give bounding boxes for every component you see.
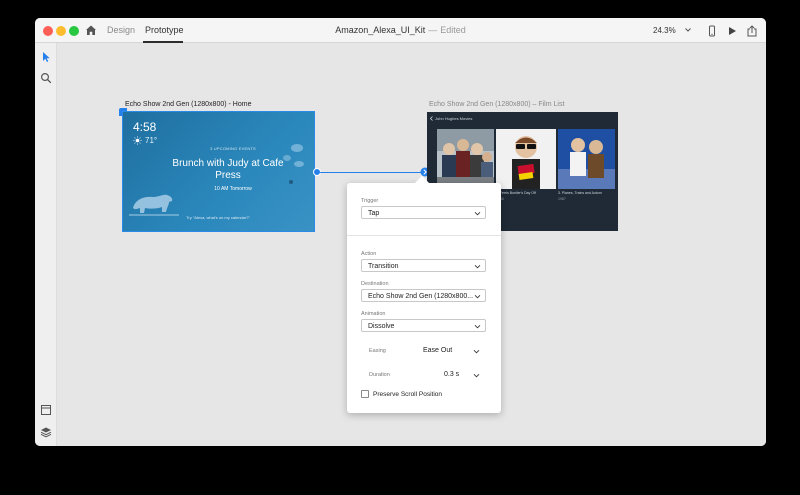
share-icon[interactable] [746, 25, 758, 37]
back-chevron-icon [429, 116, 433, 121]
interaction-popover: Trigger Tap Action Transition Destinatio… [347, 175, 501, 413]
home-event-time: 10 AM Tomorrow [214, 186, 252, 192]
sun-icon [133, 136, 142, 145]
destination-select[interactable]: Echo Show 2nd Gen (1280x800... [361, 289, 486, 302]
preserve-scroll-label[interactable]: Preserve Scroll Position [373, 391, 442, 398]
trigger-value: Tap [368, 210, 380, 217]
home-events-count: 3 UPCOMING EVENTS [210, 146, 256, 151]
popover-divider [347, 235, 501, 236]
home-voice-hint: Try "Alexa, what's on my calendar?" [186, 215, 250, 220]
action-label: Action [361, 251, 377, 257]
home-temperature: 71° [145, 136, 158, 145]
film-year: 1987 [558, 197, 566, 201]
app-window: Design Prototype Amazon_Alexa_UI_Kit — Edi… [35, 18, 766, 446]
select-tool-icon[interactable] [40, 51, 52, 63]
film-poster [437, 129, 494, 189]
titlebar: Design Prototype Amazon_Alexa_UI_Kit — Edi… [35, 18, 766, 43]
assets-panel-icon[interactable] [40, 404, 52, 416]
film-list-header: John Hughes Movies [435, 116, 473, 121]
film-poster [558, 129, 615, 189]
easing-select[interactable]: Ease Out [423, 347, 452, 354]
trigger-select[interactable]: Tap [361, 206, 486, 219]
home-headline: Brunch with Judy at Cafe Press [172, 158, 284, 181]
action-select[interactable]: Transition [361, 259, 486, 272]
chevron-down-icon [474, 324, 481, 329]
interaction-wire[interactable] [318, 172, 424, 173]
duration-label: Duration [369, 372, 390, 378]
play-icon[interactable] [726, 25, 738, 37]
document-name: Amazon_Alexa_UI_Kit [335, 25, 426, 35]
trigger-label: Trigger [361, 198, 379, 204]
artboard-label-film-list[interactable]: Echo Show 2nd Gen (1280x800) – Film List [429, 101, 564, 108]
destination-value: Echo Show 2nd Gen (1280x800... [368, 293, 474, 300]
destination-label: Destination [361, 281, 389, 287]
canvas[interactable]: Echo Show 2nd Gen (1280x800) - Home 4:58… [57, 43, 766, 446]
animation-value: Dissolve [368, 323, 395, 330]
document-status: Edited [440, 25, 466, 35]
film-caption: 3. Planes, Trains and Autom [558, 191, 602, 195]
polar-bear-illustration [129, 194, 179, 216]
action-value: Transition [368, 263, 399, 270]
device-preview-icon[interactable] [706, 25, 718, 37]
animation-select[interactable]: Dissolve [361, 319, 486, 332]
preserve-scroll-checkbox[interactable] [361, 390, 369, 398]
film-caption: 2. Ferris Bueller's Day Off [496, 191, 536, 195]
zoom-level[interactable]: 24.3% [653, 26, 676, 35]
chevron-down-icon [474, 294, 481, 299]
home-time: 4:58 [133, 120, 157, 134]
easing-label: Easing [369, 348, 386, 354]
title-separator: — [428, 25, 438, 35]
chevron-down-icon [474, 264, 481, 269]
film-poster [496, 129, 556, 189]
layers-icon[interactable] [40, 426, 52, 438]
zoom-chevron-down-icon[interactable] [684, 26, 692, 34]
chevron-down-icon[interactable] [473, 348, 480, 355]
floating-ice-illustration [283, 144, 304, 184]
left-toolbar [35, 43, 57, 446]
artboard-home[interactable]: 4:58 71° 3 UPCOMING EVENTS Brunch with J… [122, 111, 315, 232]
chevron-down-icon[interactable] [473, 372, 480, 379]
chevron-down-icon [474, 211, 481, 216]
animation-label: Animation [361, 311, 386, 317]
duration-select[interactable]: 0.3 s [444, 371, 459, 378]
artboard-label-home[interactable]: Echo Show 2nd Gen (1280x800) - Home [125, 101, 251, 108]
search-icon[interactable] [40, 72, 52, 84]
